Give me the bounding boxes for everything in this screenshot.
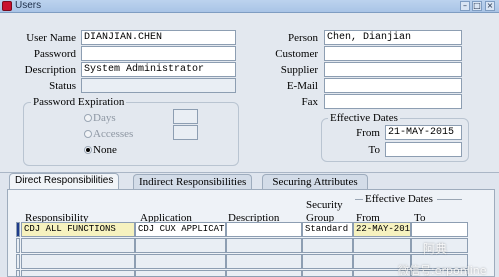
description-label: Description bbox=[24, 64, 76, 76]
row-indicator[interactable] bbox=[16, 254, 20, 269]
empty-cell[interactable] bbox=[135, 270, 226, 277]
from-date-field[interactable]: 21-MAY-2015 bbox=[385, 125, 462, 140]
password-field[interactable] bbox=[81, 46, 236, 61]
days-radio-label: Days bbox=[93, 112, 116, 124]
customer-label: Customer bbox=[275, 48, 318, 60]
security-group-cell[interactable]: Standard bbox=[302, 222, 353, 237]
accesses-value-field[interactable] bbox=[173, 125, 198, 140]
col-security: Security bbox=[306, 199, 343, 211]
user-name-field[interactable]: DIANJIAN.CHEN bbox=[81, 30, 236, 45]
window-title: Users bbox=[15, 0, 42, 11]
fax-label: Fax bbox=[301, 96, 319, 108]
status-field[interactable] bbox=[81, 78, 236, 93]
to-date-cell[interactable] bbox=[411, 222, 468, 237]
days-value-field[interactable] bbox=[173, 109, 198, 124]
empty-cell[interactable] bbox=[353, 238, 411, 253]
none-radio[interactable] bbox=[84, 146, 92, 154]
col-effective-dates: Effective Dates bbox=[365, 193, 433, 205]
empty-cell[interactable] bbox=[302, 238, 353, 253]
accesses-radio[interactable] bbox=[84, 130, 92, 138]
customer-field[interactable] bbox=[324, 46, 462, 61]
empty-cell[interactable] bbox=[21, 270, 135, 277]
empty-cell[interactable] bbox=[135, 238, 226, 253]
from-date-cell[interactable]: 22-MAY-2015 bbox=[353, 222, 411, 237]
accesses-radio-label: Accesses bbox=[93, 128, 134, 140]
tab-indirect-responsibilities[interactable]: Indirect Responsibilities bbox=[133, 174, 253, 189]
empty-cell[interactable] bbox=[21, 254, 135, 269]
days-radio[interactable] bbox=[84, 114, 92, 122]
description-field[interactable]: System Administrator bbox=[81, 62, 236, 77]
empty-cell[interactable] bbox=[302, 254, 353, 269]
watermark-name: 阿典 bbox=[423, 242, 448, 256]
tab-securing-attributes[interactable]: Securing Attributes bbox=[262, 174, 368, 189]
password-label: Password bbox=[33, 48, 76, 60]
password-expiration-title: Password Expiration bbox=[31, 96, 127, 108]
empty-cell[interactable] bbox=[135, 254, 226, 269]
close-icon[interactable]: × bbox=[485, 1, 495, 11]
title-bar: Users – □ × bbox=[0, 0, 499, 13]
fax-field[interactable] bbox=[324, 94, 462, 109]
tab-direct-responsibilities[interactable]: Direct Responsibilities bbox=[9, 173, 120, 190]
empty-cell[interactable] bbox=[226, 254, 302, 269]
watermark-wechat-id: 微信号:erponline bbox=[398, 264, 487, 277]
current-record-indicator[interactable] bbox=[16, 222, 20, 237]
email-field[interactable] bbox=[324, 78, 462, 93]
maximize-icon[interactable]: □ bbox=[472, 1, 482, 11]
row-indicator[interactable] bbox=[16, 270, 20, 277]
effective-dates-rule-left bbox=[355, 199, 363, 200]
to-date-field[interactable] bbox=[385, 142, 462, 157]
none-radio-label: None bbox=[93, 144, 117, 156]
empty-cell[interactable] bbox=[226, 270, 302, 277]
empty-cell[interactable] bbox=[226, 238, 302, 253]
supplier-label: Supplier bbox=[280, 64, 318, 76]
email-label: E-Mail bbox=[286, 80, 318, 92]
empty-cell[interactable] bbox=[302, 270, 353, 277]
empty-cell[interactable] bbox=[21, 238, 135, 253]
user-name-label: User Name bbox=[26, 32, 76, 44]
application-cell[interactable]: CDJ CUX APPLICATION bbox=[135, 222, 226, 237]
person-label: Person bbox=[288, 32, 318, 44]
from-label: From bbox=[356, 127, 380, 139]
description-cell[interactable] bbox=[226, 222, 302, 237]
responsibility-cell[interactable]: CDJ ALL FUNCTIONS bbox=[21, 222, 135, 237]
person-field[interactable]: Chen, Dianjian bbox=[324, 30, 462, 45]
to-label: To bbox=[368, 144, 380, 156]
status-label: Status bbox=[49, 80, 76, 92]
effective-dates-rule-right bbox=[437, 199, 462, 200]
effective-dates-title: Effective Dates bbox=[328, 112, 400, 124]
minimize-icon[interactable]: – bbox=[460, 1, 470, 11]
supplier-field[interactable] bbox=[324, 62, 462, 77]
row-indicator[interactable] bbox=[16, 238, 20, 253]
oracle-app-icon bbox=[2, 1, 12, 11]
